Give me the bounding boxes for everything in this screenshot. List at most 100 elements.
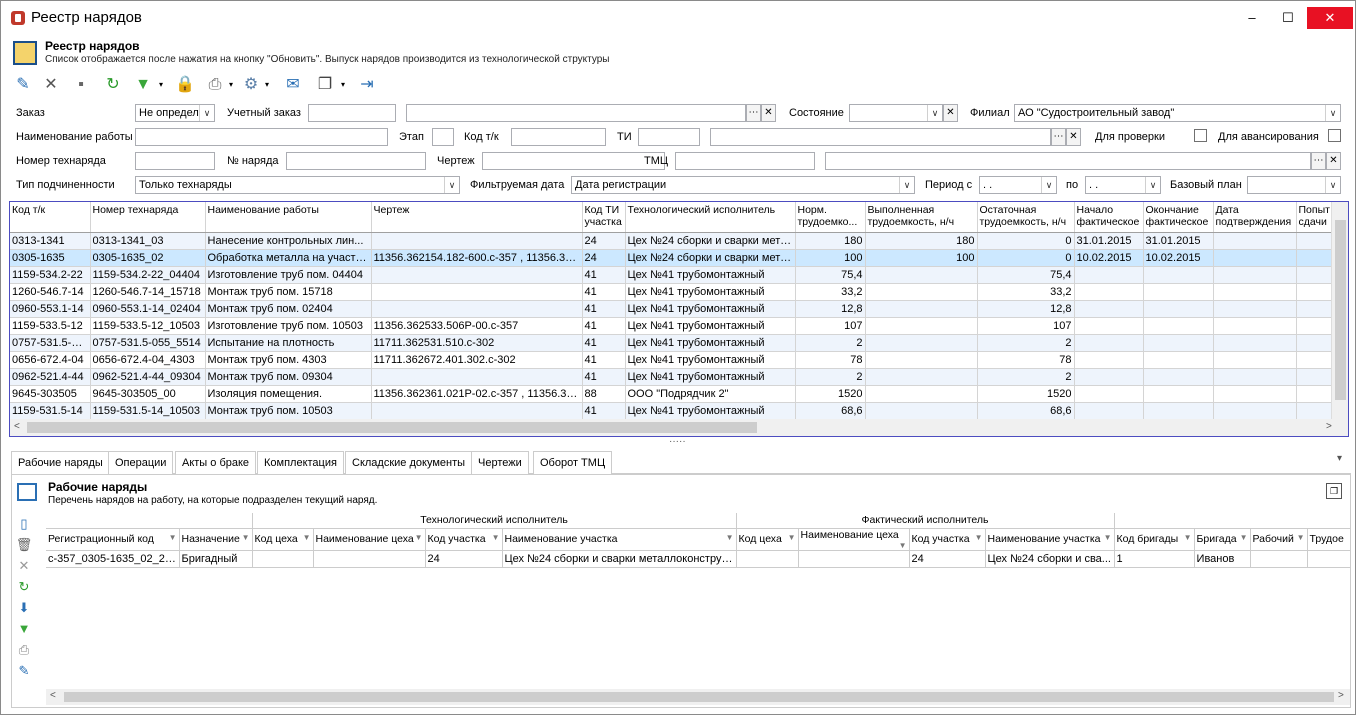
branch-select[interactable]: АО "Судостроительный завод" ∨ <box>1014 104 1341 122</box>
chevron-down-icon[interactable]: ∨ <box>1145 177 1160 193</box>
chevron-down-icon[interactable]: ∨ <box>1325 177 1340 193</box>
maximize-button[interactable]: ☐ <box>1273 7 1303 29</box>
table-row[interactable]: 1260-546.7-14 1260-546.7-14_15718 Монтаж т… <box>10 283 1348 301</box>
ellipsis-icon[interactable]: ⋯ <box>1311 152 1326 170</box>
save-icon[interactable]: ▪ <box>71 75 91 95</box>
table-row[interactable]: 0305-1635 0305-1635_02 Обработка металла н… <box>10 249 1348 267</box>
exit-icon[interactable]: ⇥ <box>357 75 377 95</box>
base-plan-select[interactable]: ∨ <box>1247 176 1341 194</box>
column-header[interactable]: Наименование участка ▼ <box>985 528 1115 551</box>
filter-dropdown-icon[interactable]: ▾ <box>151 75 171 95</box>
column-filter-icon[interactable]: ▼ <box>1240 533 1248 542</box>
scroll-right-icon[interactable]: > <box>1326 421 1332 432</box>
column-header[interactable]: Бригада ▼ <box>1194 528 1251 551</box>
order-no-input[interactable] <box>286 152 426 170</box>
new-doc-icon[interactable]: ▯ <box>14 513 34 534</box>
column-header[interactable]: Регистрационный код ▼ <box>46 528 180 551</box>
scroll-left-icon[interactable]: < <box>50 690 56 701</box>
close-button[interactable]: ✕ <box>1307 7 1353 29</box>
period-from-input[interactable]: . . ∨ <box>979 176 1057 194</box>
table-row[interactable]: 0656-672.4-04 0656-672.4-04_4303 Монтаж тр… <box>10 351 1348 369</box>
column-filter-icon[interactable]: ▼ <box>1184 533 1192 542</box>
column-header[interactable]: Код т/к <box>10 202 91 233</box>
column-header[interactable]: Чертеж <box>371 202 583 233</box>
tab-defect-acts[interactable]: Акты о браке <box>175 451 257 474</box>
clear-icon[interactable]: ✕ <box>1326 152 1341 170</box>
column-header[interactable]: Код участка ▼ <box>909 528 986 551</box>
scroll-thumb[interactable] <box>64 692 1334 702</box>
horizontal-scrollbar[interactable]: < > <box>10 419 1348 436</box>
ellipsis-icon[interactable]: ⋯ <box>1051 128 1066 146</box>
column-header[interactable]: Технологический исполнитель <box>625 202 796 233</box>
column-header[interactable]: Код участка ▼ <box>425 528 503 551</box>
tab-tmc-turnover[interactable]: Оборот ТМЦ <box>533 451 613 474</box>
trash-icon[interactable]: 🗑 <box>14 534 34 555</box>
column-header[interactable]: Код цеха ▼ <box>736 528 799 551</box>
clear-icon[interactable]: ✕ <box>943 104 958 122</box>
state-select[interactable]: ∨ <box>849 104 943 122</box>
table-row[interactable]: 1159-534.2-22 1159-534.2-22_04404 Изготовл… <box>10 266 1348 284</box>
clear-icon[interactable]: ✕ <box>1066 128 1081 146</box>
tab-drawings[interactable]: Чертежи <box>471 451 529 474</box>
tab-operations[interactable]: Операции <box>108 451 174 474</box>
column-filter-icon[interactable]: ▼ <box>788 533 796 542</box>
chevron-down-icon[interactable]: ∨ <box>199 105 214 121</box>
column-header[interactable]: Код бригады ▼ <box>1114 528 1195 551</box>
tech-order-no-input[interactable] <box>135 152 215 170</box>
ti-name-input[interactable] <box>710 128 1051 146</box>
tab-completion[interactable]: Комплектация <box>257 451 344 474</box>
column-filter-icon[interactable]: ▼ <box>726 533 734 542</box>
copy-icon[interactable]: ❐ <box>315 75 335 95</box>
drawing-input[interactable] <box>482 152 665 170</box>
delete-icon[interactable]: ✕ <box>41 75 61 95</box>
column-filter-icon[interactable]: ▼ <box>1297 533 1305 542</box>
column-header[interactable]: Наименование цеха ▼ <box>313 528 426 551</box>
refresh-icon[interactable]: ↻ <box>14 576 34 597</box>
tmc-name-input[interactable] <box>825 152 1311 170</box>
tmc-input[interactable] <box>675 152 815 170</box>
column-header[interactable]: Наименование цеха ▼ <box>798 528 910 551</box>
table-row[interactable]: 0962-521.4-44 0962-521.4-44_09304 Монтаж т… <box>10 368 1348 386</box>
restore-icon[interactable]: ❐ <box>1326 483 1342 499</box>
table-row[interactable]: 0313-1341 0313-1341_03 Нанесение контрольн… <box>10 232 1348 250</box>
work-orders-grid[interactable]: Технологический исполнитель Фактический … <box>46 513 1350 691</box>
order-select[interactable]: Не определ ∨ <box>135 104 215 122</box>
copy-dropdown-icon[interactable]: ▾ <box>333 75 353 95</box>
column-filter-icon[interactable]: ▼ <box>1104 533 1112 542</box>
column-header[interactable]: Код ТИ участка <box>582 202 626 233</box>
tk-code-input[interactable] <box>511 128 606 146</box>
column-filter-icon[interactable]: ▼ <box>169 533 177 542</box>
scroll-thumb[interactable] <box>1335 220 1346 400</box>
column-header[interactable]: Номер технаряда <box>90 202 206 233</box>
filter-down-icon[interactable]: ⬇ <box>14 597 34 618</box>
column-header[interactable]: Дата подтверждения <box>1213 202 1297 233</box>
chevron-down-icon[interactable]: ∨ <box>1041 177 1056 193</box>
period-to-input[interactable]: . . ∨ <box>1085 176 1161 194</box>
print-icon[interactable]: ⎙ <box>14 639 34 660</box>
scroll-left-icon[interactable]: < <box>14 421 20 432</box>
column-filter-icon[interactable]: ▼ <box>899 541 907 550</box>
print-dropdown-icon[interactable]: ▾ <box>221 75 241 95</box>
tabs-menu-icon[interactable]: ▾ <box>1337 453 1342 464</box>
cancel-icon[interactable]: ✕ <box>14 555 34 576</box>
table-row[interactable]: 0960-553.1-14 0960-553.1-14_02404 Монтаж т… <box>10 300 1348 318</box>
column-header[interactable]: Остаточная трудоемкость, н/ч <box>977 202 1075 233</box>
clear-icon[interactable]: ✕ <box>761 104 776 122</box>
column-header[interactable]: Выполненная трудоемкость, н/ч <box>865 202 978 233</box>
splitter-handle[interactable]: ····· <box>669 436 686 447</box>
filter-icon[interactable]: ▼ <box>133 75 153 95</box>
column-filter-icon[interactable]: ▼ <box>415 533 423 542</box>
column-header[interactable]: Норм. трудоемко... <box>795 202 866 233</box>
refresh-icon[interactable]: ↻ <box>103 75 123 95</box>
account-order-name-input[interactable] <box>406 104 746 122</box>
column-filter-icon[interactable]: ▼ <box>242 533 250 542</box>
subordination-select[interactable]: Только технаряды ∨ <box>135 176 460 194</box>
column-filter-icon[interactable]: ▼ <box>975 533 983 542</box>
stage-input[interactable] <box>432 128 454 146</box>
tab-warehouse-docs[interactable]: Складские документы <box>345 451 473 474</box>
tools-dropdown-icon[interactable]: ▾ <box>257 75 277 95</box>
edit-icon[interactable]: ✎ <box>13 75 33 95</box>
scroll-thumb[interactable] <box>27 422 757 433</box>
chevron-down-icon[interactable]: ∨ <box>899 177 914 193</box>
column-header[interactable]: Назначение ▼ <box>179 528 253 551</box>
